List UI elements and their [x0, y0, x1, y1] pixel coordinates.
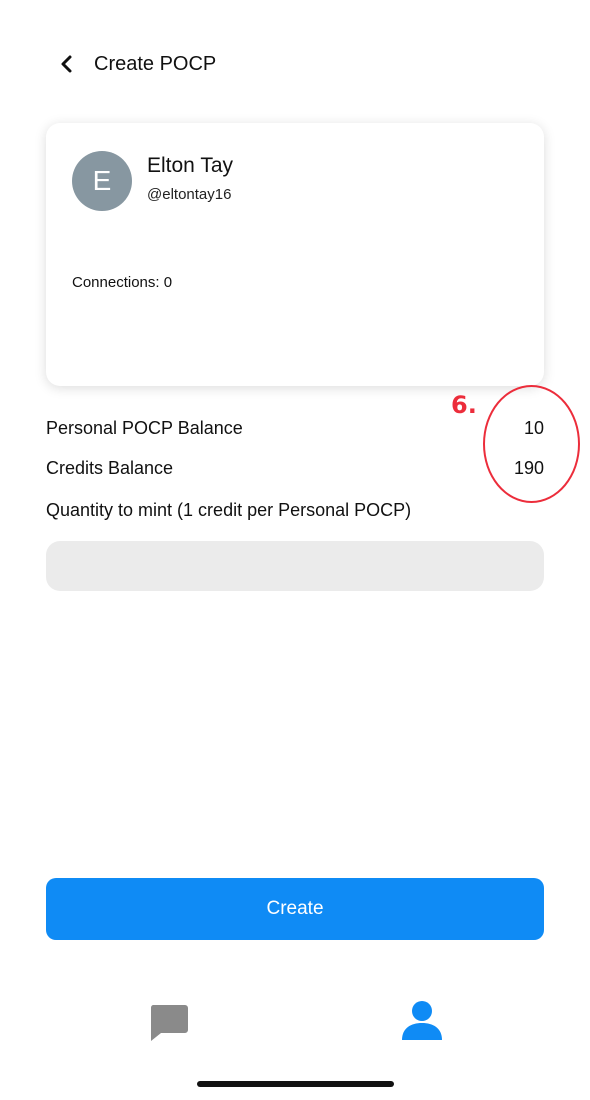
profile-handle: @eltontay16 — [147, 186, 232, 203]
profile-name: Elton Tay — [147, 154, 233, 177]
avatar: E — [72, 151, 132, 211]
chevron-left-icon — [61, 55, 72, 73]
pocp-balance-value: 10 — [523, 418, 544, 438]
chat-bubble-icon — [150, 1005, 188, 1041]
home-indicator — [197, 1081, 394, 1087]
quantity-label: Quantity to mint (1 credit per Personal … — [46, 500, 412, 520]
annotation-circle — [483, 385, 580, 503]
back-button[interactable] — [52, 50, 80, 78]
annotation-number: 6. — [451, 391, 477, 419]
pocp-balance-label: Personal POCP Balance — [46, 418, 243, 438]
profile-card: E Elton Tay @eltontay16 Connections: 0 — [46, 123, 544, 386]
create-pocp-screen: Create POCP E Elton Tay @eltontay16 Conn… — [0, 0, 590, 1100]
create-button[interactable]: Create — [46, 878, 544, 940]
tab-chat[interactable] — [148, 1003, 190, 1043]
credits-balance-value: 190 — [513, 458, 544, 478]
user-icon — [402, 1001, 442, 1040]
quantity-input[interactable] — [46, 541, 544, 591]
connections-count: Connections: 0 — [72, 274, 173, 291]
credits-balance-row: Credits Balance 190 — [46, 454, 544, 482]
page-title: Create POCP — [94, 53, 217, 75]
credits-balance-label: Credits Balance — [46, 458, 174, 478]
header: Create POCP — [0, 40, 590, 86]
tab-profile[interactable] — [400, 1000, 444, 1042]
